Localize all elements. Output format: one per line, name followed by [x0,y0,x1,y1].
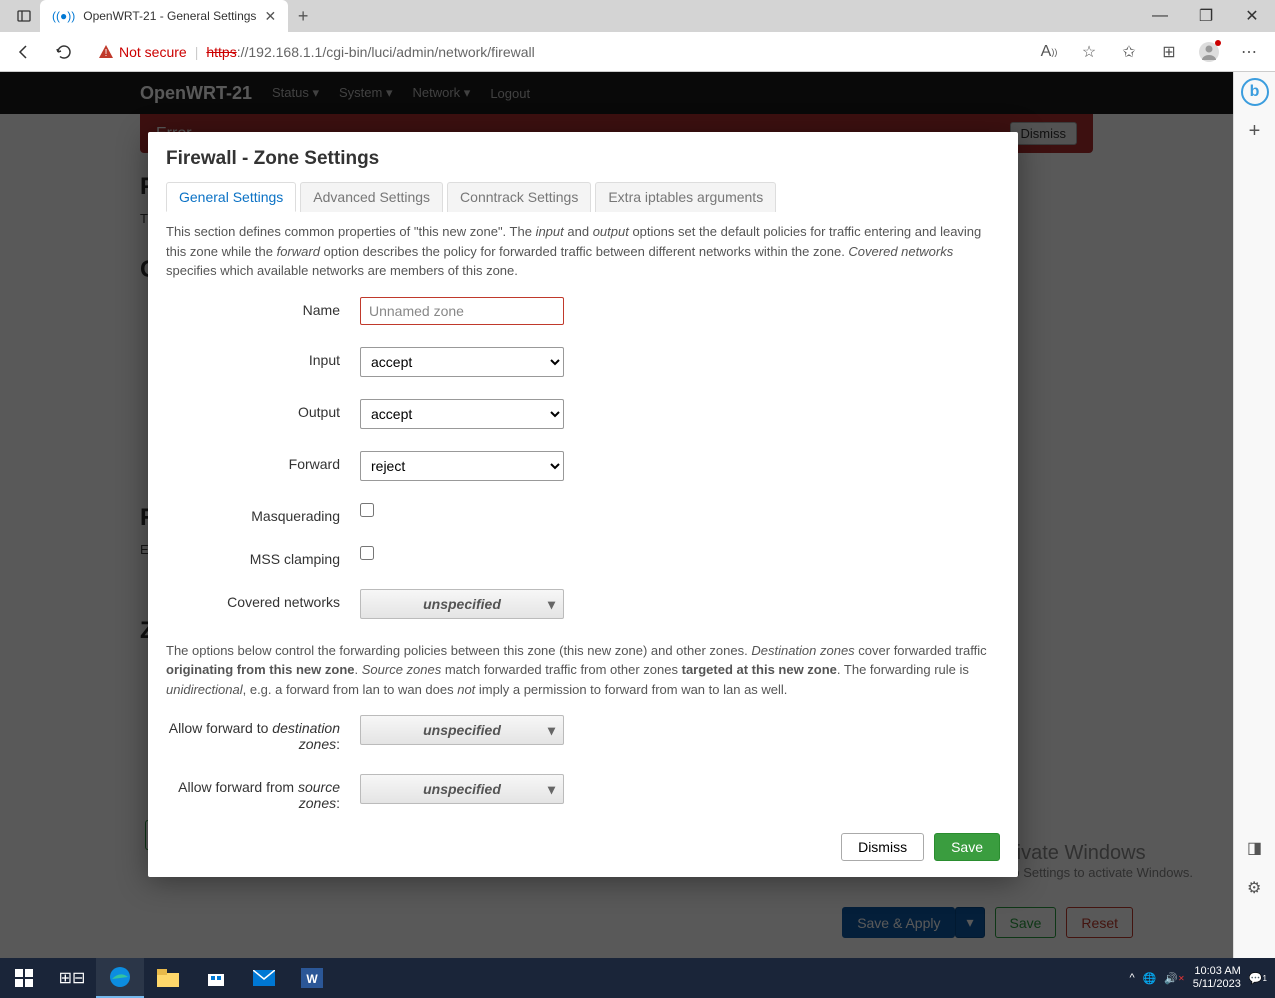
taskbar-mail-icon[interactable] [240,958,288,998]
back-button[interactable] [8,36,40,68]
modal-description: This section defines common properties o… [166,222,1000,281]
label-fwd-src: Allow forward from source zones: [166,774,360,811]
label-masq: Masquerading [166,503,360,524]
label-name: Name [166,297,360,318]
browser-tab[interactable]: ((●)) OpenWRT-21 - General Settings ✕ [40,0,288,32]
forward-src-dropdown[interactable]: unspecified [360,774,564,804]
taskbar-word-icon[interactable]: W [288,958,336,998]
tray-volume-icon[interactable]: 🔊✕ [1164,972,1184,985]
masquerading-checkbox[interactable] [360,503,374,517]
tab-general[interactable]: General Settings [166,182,296,212]
tab-advanced[interactable]: Advanced Settings [300,182,443,212]
sidebar-settings-icon[interactable]: ⚙ [1247,878,1262,898]
tray-notifications-icon[interactable]: 💬1 [1249,972,1267,985]
collections-icon[interactable]: ⊞ [1151,34,1187,70]
wifi-icon: ((●)) [52,9,75,23]
minimize-button[interactable]: — [1137,0,1183,32]
security-warning: ! Not secure [98,44,187,60]
tray-clock[interactable]: 10:03 AM 5/11/2023 [1193,965,1241,991]
close-icon[interactable]: ✕ [264,8,276,25]
tab-conntrack[interactable]: Conntrack Settings [447,182,591,212]
zone-settings-modal: Firewall - Zone Settings General Setting… [148,132,1018,877]
favorite-icon[interactable]: ☆ [1071,34,1107,70]
url-text: https://192.168.1.1/cgi-bin/luci/admin/n… [206,44,534,60]
refresh-button[interactable] [48,36,80,68]
svg-text:!: ! [105,48,108,59]
tab-title: OpenWRT-21 - General Settings [83,9,256,23]
label-output: Output [166,399,360,420]
label-mss: MSS clamping [166,546,360,567]
svg-text:W: W [306,972,318,986]
label-input: Input [166,347,360,368]
modal-title: Firewall - Zone Settings [166,148,1000,170]
input-select[interactable]: accept [360,347,564,377]
forward-select[interactable]: reject [360,451,564,481]
menu-icon[interactable]: ⋯ [1231,34,1267,70]
start-button[interactable] [0,958,48,998]
sidebar-add-icon[interactable]: + [1249,120,1261,143]
new-tab-button[interactable]: + [288,6,318,27]
edge-sidebar: b + ◨ ⚙ [1233,72,1275,958]
browser-titlebar: ((●)) OpenWRT-21 - General Settings ✕ + … [0,0,1275,32]
name-input[interactable] [360,297,564,325]
address-bar: ! Not secure | https://192.168.1.1/cgi-b… [0,32,1275,72]
taskbar-explorer-icon[interactable] [144,958,192,998]
profile-icon[interactable] [1191,34,1227,70]
label-forward: Forward [166,451,360,472]
sidebar-toggle-icon[interactable]: ◨ [1247,838,1262,858]
windows-taskbar: ⊞⊟ W ^ 🌐 🔊✕ 10:03 AM 5/11/2023 💬1 [0,958,1275,998]
read-aloud-icon[interactable]: A)) [1031,34,1067,70]
favorites-bar-icon[interactable]: ✩ [1111,34,1147,70]
bing-icon[interactable]: b [1241,78,1269,106]
url-box[interactable]: ! Not secure | https://192.168.1.1/cgi-b… [88,44,1023,60]
modal-dismiss-button[interactable]: Dismiss [841,833,924,861]
taskbar-edge-icon[interactable] [96,958,144,998]
task-view-icon[interactable]: ⊞⊟ [48,958,96,998]
label-fwd-dest: Allow forward to destination zones: [166,715,360,752]
mss-checkbox[interactable] [360,546,374,560]
tray-network-icon[interactable]: 🌐 [1143,972,1157,985]
label-covered: Covered networks [166,589,360,610]
modal-tabs: General Settings Advanced Settings Connt… [166,182,1000,212]
tray-chevron-icon[interactable]: ^ [1129,972,1134,984]
tab-actions-button[interactable] [8,2,40,30]
modal-save-button[interactable]: Save [934,833,1000,861]
tab-iptables[interactable]: Extra iptables arguments [595,182,776,212]
modal-description-2: The options below control the forwarding… [166,641,1000,700]
output-select[interactable]: accept [360,399,564,429]
close-window-button[interactable]: ✕ [1229,0,1275,32]
maximize-button[interactable]: ❐ [1183,0,1229,32]
taskbar-store-icon[interactable] [192,958,240,998]
covered-networks-dropdown[interactable]: unspecified [360,589,564,619]
forward-dest-dropdown[interactable]: unspecified [360,715,564,745]
